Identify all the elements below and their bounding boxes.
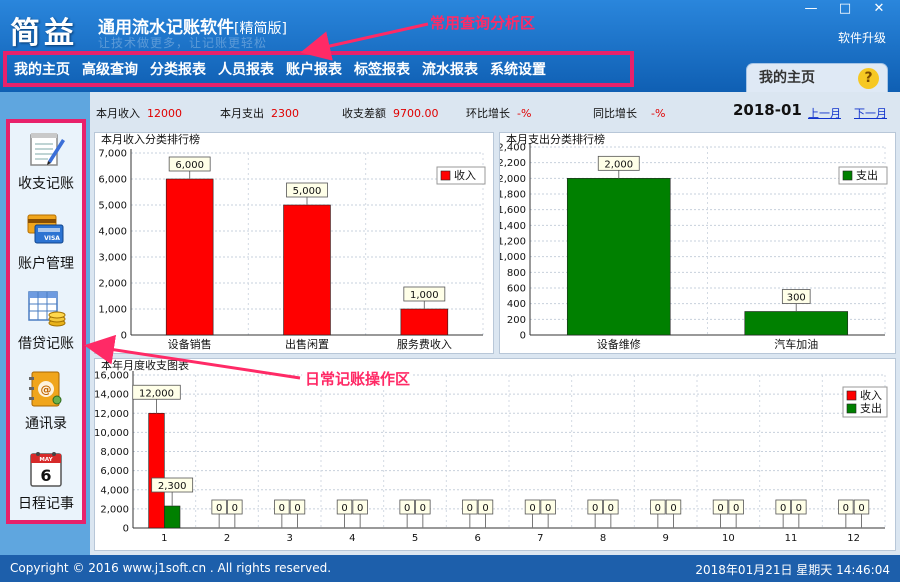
annotation-operation-area: 日常记账操作区	[302, 368, 414, 389]
annotation-arrow-top	[300, 22, 429, 61]
annotation-arrow-left	[84, 334, 301, 380]
annotation-arrows	[84, 22, 429, 380]
